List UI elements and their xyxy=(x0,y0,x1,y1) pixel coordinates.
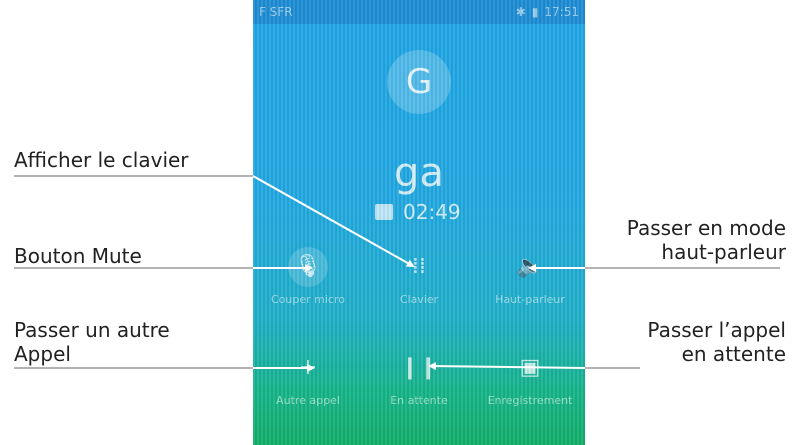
annotation-keypad: Afficher le clavier xyxy=(14,148,189,172)
annotation-hold: Passer l’appel en attente xyxy=(647,318,786,366)
keypad-annotation-arrow xyxy=(252,175,415,267)
annotation-add-call-line2: Appel xyxy=(14,342,71,366)
annotation-hold-line1: Passer l’appel xyxy=(647,318,786,342)
annotation-add-call: Passer un autre Appel xyxy=(14,318,170,366)
annotation-speaker-line2: haut-parleur xyxy=(661,240,786,264)
annotation-hold-line2: en attente xyxy=(681,342,786,366)
hold-annotation-arrow xyxy=(428,362,586,371)
annotation-add-call-line1: Passer un autre xyxy=(14,318,170,342)
annotation-speaker-line1: Passer en mode xyxy=(626,216,786,240)
annotation-mute: Bouton Mute xyxy=(14,244,142,268)
annotation-speaker: Passer en mode haut-parleur xyxy=(627,216,786,264)
